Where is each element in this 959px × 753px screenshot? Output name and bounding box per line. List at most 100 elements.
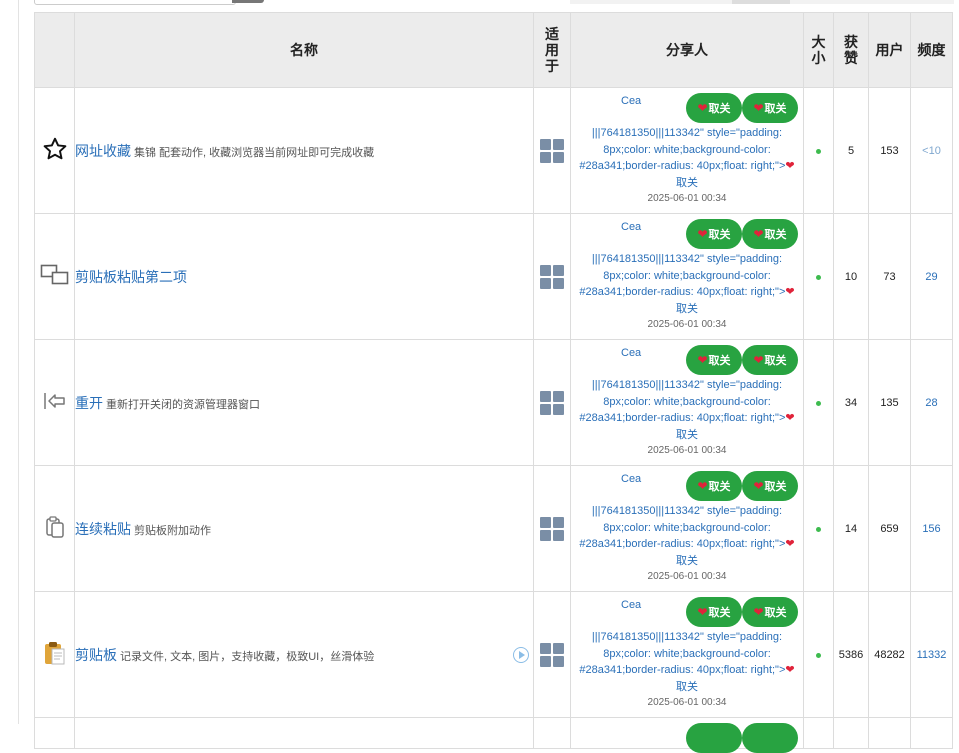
header-likes[interactable]: 获赞 bbox=[833, 12, 869, 88]
users-cell: 48282 bbox=[868, 591, 911, 718]
share-date: 2025-06-01 00:34 bbox=[647, 319, 727, 330]
row-icon-cell bbox=[34, 87, 75, 214]
action-title-link[interactable]: 剪贴板 bbox=[75, 647, 117, 663]
share-raw-text[interactable]: |||764181350|||113342" style="padding: 8… bbox=[573, 503, 801, 569]
action-title-link[interactable]: 重开 bbox=[75, 395, 103, 411]
action-title-link[interactable]: 连续粘贴 bbox=[75, 521, 131, 537]
unfollow-button[interactable] bbox=[686, 723, 742, 753]
platform-cell bbox=[533, 339, 571, 466]
top-toolbar bbox=[34, 0, 954, 5]
platform-cell bbox=[533, 591, 571, 718]
header-size[interactable]: 大小 bbox=[803, 12, 834, 88]
header-freq[interactable]: 频度 bbox=[910, 12, 953, 88]
header-users[interactable]: 用户 bbox=[868, 12, 911, 88]
raw-unfollow-link[interactable]: 取关 bbox=[676, 555, 698, 567]
share-cell: Cea ❤ 取关 ❤ 取关 |||764181350|||113342" style… bbox=[570, 339, 804, 466]
unfollow-label: 取关 bbox=[708, 607, 731, 619]
heart-icon: ❤ bbox=[785, 286, 795, 298]
size-indicator-dot bbox=[816, 148, 821, 154]
share-raw-text[interactable]: |||764181350|||113342" style="padding: 8… bbox=[573, 629, 801, 695]
windows-icon bbox=[40, 264, 70, 289]
heart-icon: ❤ bbox=[753, 605, 764, 619]
size-cell bbox=[803, 87, 834, 214]
back-icon bbox=[43, 393, 67, 415]
platform-cell bbox=[533, 87, 571, 214]
unfollow-button-2[interactable]: ❤ 取关 bbox=[742, 345, 798, 375]
unfollow-button-2[interactable]: ❤ 取关 bbox=[742, 219, 798, 249]
unfollow-button-2[interactable]: ❤ 取关 bbox=[742, 597, 798, 627]
users-cell: 659 bbox=[868, 465, 911, 592]
share-raw-text[interactable]: |||764181350|||113342" style="padding: 8… bbox=[573, 125, 801, 191]
row-name-cell: 剪贴板 记录文件, 文本, 图片，支持收藏，极致UI，丝滑体验 bbox=[74, 591, 534, 718]
raw-unfollow-link[interactable]: 取关 bbox=[676, 681, 698, 693]
row-name-cell: 连续粘贴 剪贴板附加动作 bbox=[74, 465, 534, 592]
unfollow-button-2[interactable] bbox=[742, 723, 798, 753]
header-platform-text: 适用于 bbox=[545, 26, 559, 74]
actions-table: 名称 适用于 分享人 大小 获赞 用户 频度 网址收藏 集锦 配套动作, 收藏浏览… bbox=[34, 12, 953, 753]
unfollow-button[interactable]: ❤ 取关 bbox=[686, 471, 742, 501]
unfollow-button[interactable]: ❤ 取关 bbox=[686, 597, 742, 627]
size-indicator-dot bbox=[816, 274, 821, 280]
unfollow-label: 取关 bbox=[764, 607, 787, 619]
action-description: 重新打开关闭的资源管理器窗口 bbox=[106, 398, 260, 411]
unfollow-button[interactable]: ❤ 取关 bbox=[686, 345, 742, 375]
share-raw-text[interactable]: |||764181350|||113342" style="padding: 8… bbox=[573, 377, 801, 443]
freq-cell: <10 bbox=[910, 87, 953, 214]
header-platform: 适用于 bbox=[533, 12, 571, 88]
table-row: 网址收藏 集锦 配套动作, 收藏浏览器当前网址即可完成收藏 Cea ❤ 取关 ❤ 取关… bbox=[34, 87, 953, 214]
row-icon-cell bbox=[34, 213, 75, 340]
unfollow-button[interactable]: ❤ 取关 bbox=[686, 219, 742, 249]
share-cell: Cea ❤ 取关 ❤ 取关 |||764181350|||113342" style… bbox=[570, 465, 804, 592]
heart-icon: ❤ bbox=[753, 479, 764, 493]
size-cell bbox=[803, 339, 834, 466]
sharer-link[interactable]: Cea bbox=[621, 221, 641, 233]
play-icon[interactable] bbox=[513, 647, 529, 663]
partial-cell bbox=[34, 717, 75, 749]
sharer-link[interactable]: Cea bbox=[621, 599, 641, 611]
heart-icon: ❤ bbox=[697, 353, 708, 367]
sharer-link[interactable]: Cea bbox=[621, 473, 641, 485]
sharer-link[interactable]: Cea bbox=[621, 95, 641, 107]
partial-cell bbox=[533, 717, 571, 749]
raw-markup-text: |||764181350|||113342" style="padding: 8… bbox=[579, 631, 786, 676]
freq-cell: 29 bbox=[910, 213, 953, 340]
size-cell bbox=[803, 591, 834, 718]
unfollow-button[interactable]: ❤ 取关 bbox=[686, 93, 742, 123]
action-title-link[interactable]: 剪贴板粘贴第二项 bbox=[75, 269, 187, 285]
likes-cell: 5386 bbox=[833, 591, 869, 718]
unfollow-button-2[interactable]: ❤ 取关 bbox=[742, 93, 798, 123]
action-title-link[interactable]: 网址收藏 bbox=[75, 143, 131, 159]
row-name-cell: 网址收藏 集锦 配套动作, 收藏浏览器当前网址即可完成收藏 bbox=[74, 87, 534, 214]
table-row: 重开 重新打开关闭的资源管理器窗口 Cea ❤ 取关 ❤ 取关 |||76418135… bbox=[34, 339, 953, 466]
raw-unfollow-link[interactable]: 取关 bbox=[676, 303, 698, 315]
raw-markup-text: |||764181350|||113342" style="padding: 8… bbox=[579, 127, 786, 172]
search-button[interactable] bbox=[232, 0, 264, 3]
heart-icon: ❤ bbox=[785, 160, 795, 172]
windows-platform-icon bbox=[540, 516, 564, 541]
windows-platform-icon bbox=[540, 390, 564, 415]
likes-cell: 34 bbox=[833, 339, 869, 466]
header-name[interactable]: 名称 bbox=[74, 12, 534, 88]
share-raw-text[interactable]: |||764181350|||113342" style="padding: 8… bbox=[573, 251, 801, 317]
size-cell bbox=[803, 465, 834, 592]
search-input[interactable] bbox=[34, 0, 236, 5]
raw-unfollow-link[interactable]: 取关 bbox=[676, 429, 698, 441]
active-tab[interactable] bbox=[732, 0, 790, 4]
share-cell: Cea ❤ 取关 ❤ 取关 |||764181350|||113342" style… bbox=[570, 591, 804, 718]
share-date: 2025-06-01 00:34 bbox=[647, 697, 727, 708]
header-icon-col bbox=[34, 12, 75, 88]
heart-icon: ❤ bbox=[697, 101, 708, 115]
windows-platform-icon bbox=[540, 642, 564, 667]
unfollow-label: 取关 bbox=[708, 103, 731, 115]
windows-platform-icon bbox=[540, 264, 564, 289]
freq-cell: 156 bbox=[910, 465, 953, 592]
sharer-link[interactable]: Cea bbox=[621, 347, 641, 359]
raw-unfollow-link[interactable]: 取关 bbox=[676, 177, 698, 189]
unfollow-label: 取关 bbox=[764, 355, 787, 367]
partial-cell bbox=[570, 717, 804, 753]
unfollow-button-2[interactable]: ❤ 取关 bbox=[742, 471, 798, 501]
raw-markup-text: |||764181350|||113342" style="padding: 8… bbox=[579, 379, 786, 424]
partial-cell bbox=[833, 717, 869, 749]
unfollow-label: 取关 bbox=[708, 229, 731, 241]
partial-cell bbox=[868, 717, 911, 749]
